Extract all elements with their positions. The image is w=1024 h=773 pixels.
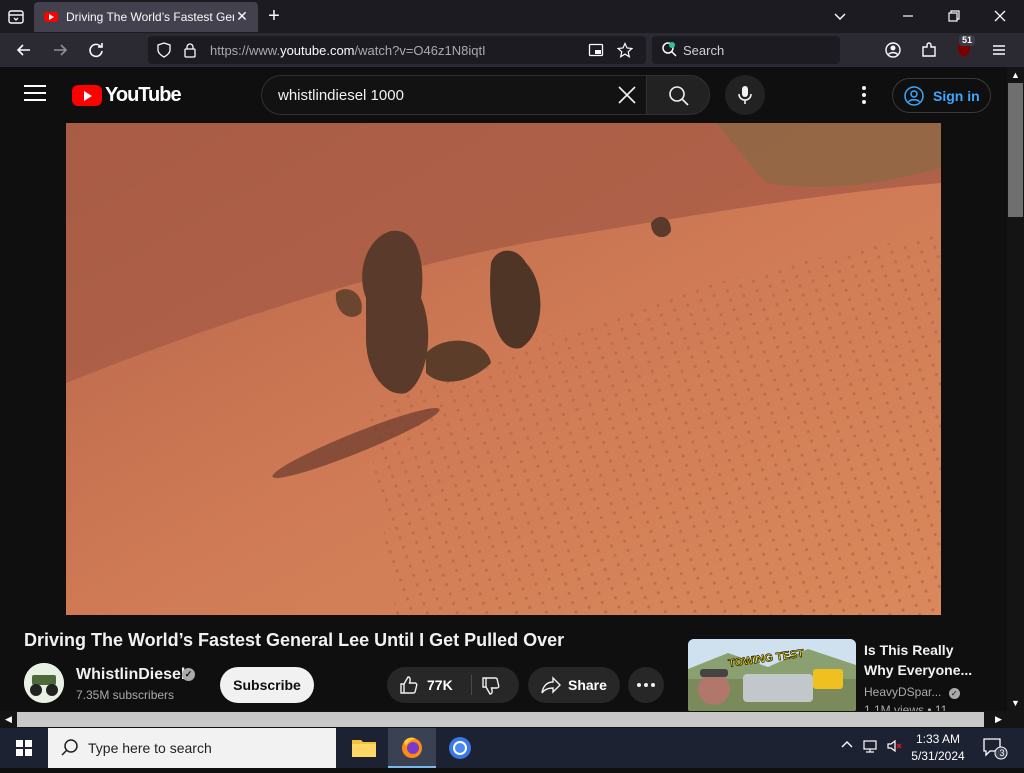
settings-more-vert-icon[interactable] <box>855 83 873 107</box>
taskbar-search-box[interactable]: Type here to search <box>48 728 336 768</box>
dislike-thumb-down-icon[interactable] <box>481 676 501 701</box>
channel-avatar[interactable] <box>24 663 64 703</box>
search-icon <box>669 86 689 106</box>
windows-taskbar: Type here to search 1:33 AM 5/31/2024 3 <box>0 728 1024 768</box>
volume-muted-icon[interactable] <box>886 738 904 757</box>
like-dislike-segment: 77K <box>387 667 519 703</box>
padlock-icon[interactable] <box>182 42 198 58</box>
notification-count: 3 <box>999 748 1005 758</box>
scroll-left-arrow-icon[interactable]: ◀ <box>0 711 17 728</box>
bookmark-star-icon[interactable] <box>616 42 634 58</box>
youtube-play-logo-icon <box>72 85 102 106</box>
verified-check-icon: ✓ <box>948 688 960 699</box>
browser-search-field[interactable]: Search <box>652 36 840 64</box>
close-window-button[interactable] <box>990 6 1010 26</box>
clear-search-icon[interactable] <box>616 84 638 106</box>
scrollbar-corner <box>1007 711 1024 728</box>
subscriber-count: 7.35M subscribers <box>76 688 175 702</box>
show-hidden-icons-chevron-icon[interactable] <box>840 738 854 755</box>
account-circle-icon <box>904 85 924 106</box>
network-icon[interactable] <box>862 738 880 757</box>
youtube-favicon-icon <box>44 12 58 22</box>
like-count[interactable]: 77K <box>427 677 453 693</box>
video-player[interactable] <box>66 123 941 615</box>
tracking-shield-icon[interactable] <box>156 42 172 58</box>
video-frame-desert-scene <box>66 123 941 615</box>
scroll-right-arrow-icon[interactable]: ▶ <box>990 711 1007 728</box>
taskbar-search-placeholder: Type here to search <box>88 740 212 756</box>
youtube-masthead: YouTube whistlindiesel 1000 Sign in <box>0 67 1007 123</box>
extension-badge: 51 <box>959 35 976 46</box>
sign-in-button[interactable]: Sign in <box>892 78 991 113</box>
url-bar[interactable]: https://www.youtube.com/watch?v=O46z1N8i… <box>148 36 646 64</box>
horizontal-scroll-thumb[interactable] <box>17 712 984 727</box>
more-horiz-icon <box>637 683 655 687</box>
browser-tab-strip: Driving The World’s Fastest Genera ✕ + <box>0 0 1024 33</box>
clock-date: 5/31/2024 <box>911 749 965 763</box>
share-button[interactable]: Share <box>528 667 620 703</box>
firefox-taskbar-icon[interactable] <box>388 728 436 768</box>
list-all-tabs-chevron-icon[interactable] <box>830 6 850 26</box>
app-menu-hamburger-icon[interactable] <box>988 39 1010 61</box>
verified-check-icon: ✓ <box>182 668 195 681</box>
scroll-up-arrow-icon[interactable]: ▲ <box>1007 67 1024 83</box>
more-actions-button[interactable] <box>628 667 664 703</box>
picture-in-picture-icon[interactable] <box>588 42 604 58</box>
youtube-wordmark: YouTube <box>105 84 182 106</box>
share-arrow-icon <box>540 675 562 700</box>
youtube-search-button[interactable] <box>646 75 710 115</box>
subscribe-button[interactable]: Subscribe <box>220 667 314 703</box>
horizontal-scrollbar[interactable]: ◀ ▶ <box>0 711 1007 728</box>
minimize-button[interactable] <box>898 6 918 26</box>
browser-tab-active[interactable]: Driving The World’s Fastest Genera ✕ <box>34 2 258 32</box>
forward-arrow-icon[interactable] <box>49 39 71 61</box>
video-title: Driving The World’s Fastest General Lee … <box>24 630 565 650</box>
recommended-view-count: 1.1M views • 11 <box>864 703 948 711</box>
windows-start-icon[interactable] <box>0 728 48 768</box>
youtube-search-input[interactable]: whistlindiesel 1000 <box>261 75 647 115</box>
youtube-logo[interactable]: YouTube <box>72 84 182 107</box>
share-label: Share <box>568 677 607 693</box>
search-query-text: whistlindiesel 1000 <box>278 87 404 104</box>
monster-truck-avatar-icon <box>24 663 64 703</box>
recommended-video-title[interactable]: Is This Really Why Everyone... <box>864 640 984 680</box>
chromium-taskbar-icon[interactable] <box>436 728 484 768</box>
scroll-down-arrow-icon[interactable]: ▼ <box>1007 695 1024 711</box>
towing-test-thumbnail-image: TOWING TEST <box>688 639 856 711</box>
tab-list-icon[interactable] <box>6 7 26 27</box>
browser-search-placeholder: Search <box>683 43 725 58</box>
search-engine-icon <box>661 41 677 57</box>
sign-in-label: Sign in <box>933 87 980 104</box>
vertical-scroll-thumb[interactable] <box>1008 83 1023 217</box>
file-explorer-icon[interactable] <box>340 728 388 768</box>
vertical-scrollbar[interactable]: ▲ ▼ <box>1007 67 1024 711</box>
browser-navigation-bar: https://www.youtube.com/watch?v=O46z1N8i… <box>0 33 1024 67</box>
recommended-channel-name[interactable]: HeavyDSpar... ✓ <box>864 685 960 699</box>
like-divider <box>471 675 472 695</box>
clock-time: 1:33 AM <box>915 732 961 746</box>
channel-name[interactable]: WhistlinDiesel <box>76 666 185 684</box>
url-text: https://www.youtube.com/watch?v=O46z1N8i… <box>210 43 486 58</box>
tab-close-icon[interactable]: ✕ <box>234 8 250 24</box>
like-thumb-up-icon[interactable] <box>399 675 419 700</box>
recommended-video-thumbnail[interactable]: TOWING TEST <box>688 639 856 711</box>
restore-button[interactable] <box>944 6 964 26</box>
extensions-puzzle-icon[interactable] <box>918 39 940 61</box>
new-tab-button[interactable]: + <box>264 6 284 26</box>
reload-icon[interactable] <box>85 39 107 61</box>
account-icon[interactable] <box>882 39 904 61</box>
guide-menu-icon[interactable] <box>24 85 46 105</box>
search-icon <box>60 738 80 763</box>
voice-search-mic-icon[interactable] <box>725 75 765 115</box>
tab-title: Driving The World’s Fastest Genera <box>66 10 234 24</box>
youtube-page: YouTube whistlindiesel 1000 Sign in Driv… <box>0 67 1007 711</box>
taskbar-clock[interactable]: 1:33 AM 5/31/2024 <box>908 731 968 765</box>
back-arrow-icon[interactable] <box>13 39 35 61</box>
